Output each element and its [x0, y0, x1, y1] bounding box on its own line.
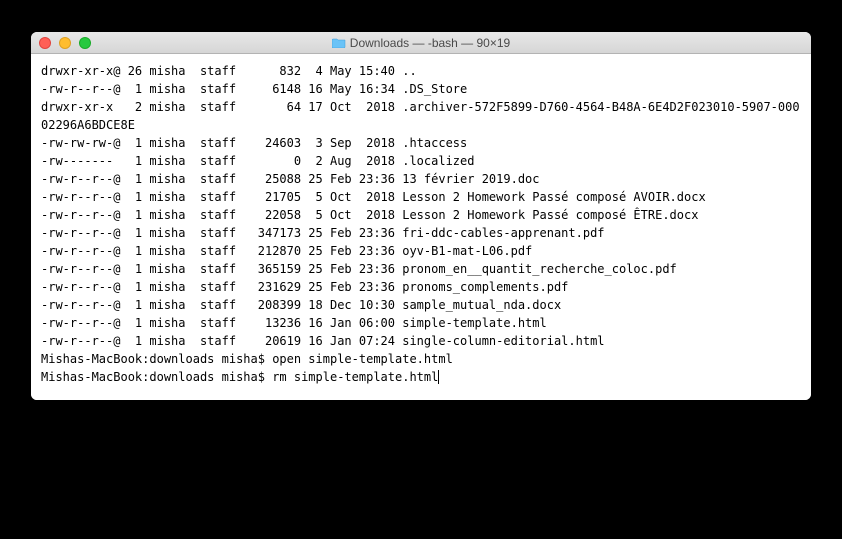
minimize-button[interactable] [59, 37, 71, 49]
ls-line: -rw-r--r--@ 1 misha staff 20619 16 Jan 0… [41, 332, 801, 350]
ls-line: -rw-r--r--@ 1 misha staff 365159 25 Feb … [41, 260, 801, 278]
terminal-body[interactable]: drwxr-xr-x@ 26 misha staff 832 4 May 15:… [31, 54, 811, 400]
cursor [438, 370, 439, 384]
window-title: Downloads — -bash — 90×19 [350, 36, 510, 50]
terminal-window: Downloads — -bash — 90×19 drwxr-xr-x@ 26… [31, 32, 811, 400]
ls-line: -rw-r--r--@ 1 misha staff 6148 16 May 16… [41, 80, 801, 98]
ls-line: -rw-r--r--@ 1 misha staff 25088 25 Feb 2… [41, 170, 801, 188]
window-title-wrap: Downloads — -bash — 90×19 [31, 36, 811, 50]
traffic-lights [31, 37, 91, 49]
ls-line: drwxr-xr-x@ 26 misha staff 832 4 May 15:… [41, 62, 801, 80]
close-button[interactable] [39, 37, 51, 49]
ls-line: -rw-r--r--@ 1 misha staff 13236 16 Jan 0… [41, 314, 801, 332]
prompt-line: Mishas-MacBook:downloads misha$ rm simpl… [41, 368, 801, 386]
ls-line: -rw-r--r--@ 1 misha staff 21705 5 Oct 20… [41, 188, 801, 206]
ls-line: -rw-r--r--@ 1 misha staff 231629 25 Feb … [41, 278, 801, 296]
ls-line: -rw-r--r--@ 1 misha staff 347173 25 Feb … [41, 224, 801, 242]
ls-line: -rw-r--r--@ 1 misha staff 208399 18 Dec … [41, 296, 801, 314]
prompt-line: Mishas-MacBook:downloads misha$ open sim… [41, 350, 801, 368]
folder-icon [332, 37, 346, 48]
ls-line: -rw-r--r--@ 1 misha staff 212870 25 Feb … [41, 242, 801, 260]
ls-line: -rw------- 1 misha staff 0 2 Aug 2018 .l… [41, 152, 801, 170]
titlebar[interactable]: Downloads — -bash — 90×19 [31, 32, 811, 54]
maximize-button[interactable] [79, 37, 91, 49]
ls-line: -rw-rw-rw-@ 1 misha staff 24603 3 Sep 20… [41, 134, 801, 152]
ls-line: -rw-r--r--@ 1 misha staff 22058 5 Oct 20… [41, 206, 801, 224]
ls-line: drwxr-xr-x 2 misha staff 64 17 Oct 2018 … [41, 98, 801, 134]
